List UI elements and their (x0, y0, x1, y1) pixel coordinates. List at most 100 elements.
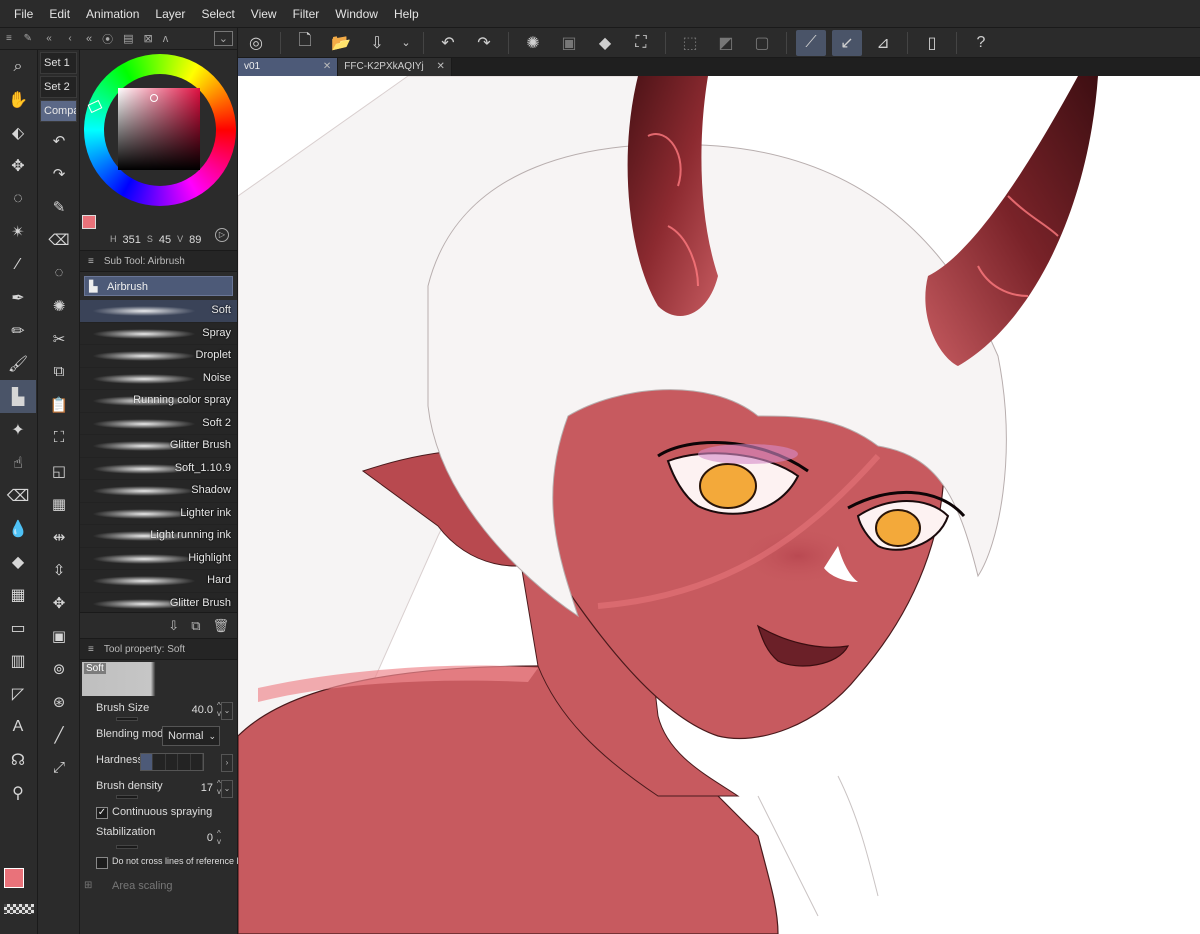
pencil-icon[interactable]: ✏ (0, 314, 36, 347)
brush-item[interactable]: Lighter ink (80, 502, 237, 525)
brush-item[interactable]: Soft_1.10.9 (80, 457, 237, 480)
blending-mode-select[interactable]: Normal ⌄ (162, 726, 220, 746)
zoom-icon[interactable]: ⌕ (0, 50, 36, 83)
open-folder-icon[interactable]: 📂 (326, 30, 356, 56)
resize-icon[interactable]: ⤢ (38, 751, 80, 784)
sub-tool-group-tab[interactable]: ▙ Airbrush (84, 276, 233, 296)
brush-density-slider[interactable] (116, 795, 138, 799)
blend-icon[interactable]: ☝ (0, 446, 36, 479)
transparent-color-swatch[interactable] (4, 904, 34, 914)
brush-item[interactable]: Droplet (80, 345, 237, 368)
airbrush-icon[interactable]: ▙ (0, 380, 36, 413)
tab-second-canvas[interactable]: FFC-K2PXkAQIYj ✕ (338, 58, 452, 76)
menu-select[interactable]: Select (193, 0, 242, 28)
brush-item[interactable]: Noise (80, 367, 237, 390)
brush-item[interactable]: Soft (80, 300, 237, 323)
flip-horizontal-icon[interactable]: ⇹ (38, 520, 80, 553)
menu-help[interactable]: Help (386, 0, 427, 28)
brush-size-settings-icon[interactable]: ⌄ (221, 702, 233, 720)
color-mode-icon[interactable]: ▷ (215, 228, 229, 242)
brush-item[interactable]: Hard (80, 570, 237, 593)
hardness-cell[interactable] (165, 754, 179, 770)
close-icon[interactable]: ✕ (323, 61, 331, 72)
menu-animation[interactable]: Animation (78, 0, 147, 28)
lasso-icon[interactable]: ◌ (0, 182, 36, 215)
expand-icon[interactable]: « (86, 33, 92, 45)
hardness-cell[interactable] (153, 754, 166, 770)
menu-edit[interactable]: Edit (41, 0, 78, 28)
duplicate-icon[interactable]: ⧉ (191, 618, 200, 634)
move-layer-icon[interactable]: ✥ (38, 586, 80, 619)
back-icon[interactable]: ‹ (68, 33, 71, 44)
eyedropper-icon[interactable]: ⁄ (0, 248, 36, 281)
menu-layer[interactable]: Layer (147, 0, 193, 28)
tool-set-1[interactable]: Set 1 (40, 52, 77, 74)
saturation-value-marker[interactable] (150, 94, 158, 102)
pen-nib-icon[interactable]: ✎ (38, 190, 80, 223)
brush-item[interactable]: Glitter Brush (80, 435, 237, 458)
lasso-fill-icon[interactable]: ◌ (38, 256, 80, 289)
menu-window[interactable]: Window (327, 0, 386, 28)
undo-icon[interactable]: ↶ (38, 124, 80, 157)
pen-tool-icon[interactable]: ✒ (0, 281, 36, 314)
collapse-icon[interactable]: ≡ (6, 33, 12, 44)
panel-grip-icon[interactable]: ≡ (88, 644, 94, 655)
text-icon[interactable]: A (0, 710, 36, 743)
chevron-down-icon[interactable]: ⌄ (398, 30, 414, 56)
undo-icon[interactable]: ↶ (433, 30, 463, 56)
main-color-swatch[interactable] (4, 868, 24, 888)
loading-icon[interactable]: ✺ (518, 30, 548, 56)
stabilization-spinner[interactable]: ^ v (217, 830, 221, 846)
snap-to-grid-icon[interactable]: ⊿ (868, 30, 898, 56)
figure-icon[interactable]: ▭ (0, 611, 36, 644)
menu-file[interactable]: File (6, 0, 41, 28)
redo-icon[interactable]: ↷ (469, 30, 499, 56)
stabilization-value[interactable]: 0 (207, 832, 213, 844)
brush-item[interactable]: Spray (80, 322, 237, 345)
erase-icon[interactable]: ⌫ (38, 223, 80, 256)
eraser-icon[interactable]: ⌫ (0, 479, 36, 512)
brush-item[interactable]: Soft 2 (80, 412, 237, 435)
stroke-icon[interactable]: ╱ (38, 718, 80, 751)
brush-density-value[interactable]: 17 (201, 782, 213, 794)
tab-v01[interactable]: v01 ✕ (238, 58, 339, 76)
main-sub-color[interactable] (2, 866, 38, 900)
color-set-tab-icon[interactable]: ⊠ (144, 32, 153, 45)
crop-icon[interactable]: ⛶ (38, 421, 80, 454)
brush-item[interactable]: Shadow (80, 480, 237, 503)
snap-to-special-ruler-icon[interactable]: ↙ (832, 29, 862, 56)
hue-marker[interactable] (87, 99, 103, 114)
hand-icon[interactable]: ✋ (0, 83, 36, 116)
close-icon[interactable]: ✕ (437, 61, 445, 72)
brush-item[interactable]: Glitter Brush (80, 592, 237, 612)
frame-border-icon[interactable]: ▥ (0, 644, 36, 677)
redo-icon[interactable]: ↷ (38, 157, 80, 190)
approx-color-tab-icon[interactable]: ʌ (163, 33, 169, 45)
delete-icon[interactable]: 🗑 (212, 618, 229, 634)
move-icon[interactable]: ✥ (0, 149, 36, 182)
invert-selection-icon[interactable]: ◩ (711, 30, 741, 56)
brush-density-settings-icon[interactable]: ⌄ (221, 780, 233, 798)
chevron-right-icon[interactable]: › (221, 754, 233, 772)
expand-icon[interactable]: « (46, 33, 52, 44)
flip-vertical-icon[interactable]: ⇳ (38, 553, 80, 586)
reference-icon[interactable]: ⊚ (38, 652, 80, 685)
hardness-cell[interactable] (190, 754, 204, 770)
brush-item[interactable]: Light running ink (80, 525, 237, 548)
tool-set-2[interactable]: Set 2 (40, 76, 77, 98)
gradient-icon[interactable]: ▦ (0, 578, 36, 611)
saturation-value-square[interactable] (118, 88, 200, 170)
pen-icon[interactable]: ✎ (24, 33, 32, 44)
drawing-canvas[interactable] (238, 76, 1200, 934)
stabilization-slider[interactable] (116, 845, 138, 849)
color-wheel-tab-icon[interactable]: ⦿ (102, 31, 113, 47)
blend-drops-icon[interactable]: 💧 (0, 512, 36, 545)
copy-icon[interactable]: ⧉ (38, 355, 80, 388)
expand-plus-icon[interactable]: ⊞ (84, 880, 92, 891)
new-file-icon[interactable]: 🗋 (290, 30, 320, 56)
clip-studio-icon[interactable]: ◎ (241, 30, 271, 56)
brush-item[interactable]: Running color spray (80, 390, 237, 413)
scissors-icon[interactable]: ✂ (38, 322, 80, 355)
reference-layer-icon[interactable]: ⊛ (38, 685, 80, 718)
fill-icon[interactable]: ◆ (590, 30, 620, 56)
